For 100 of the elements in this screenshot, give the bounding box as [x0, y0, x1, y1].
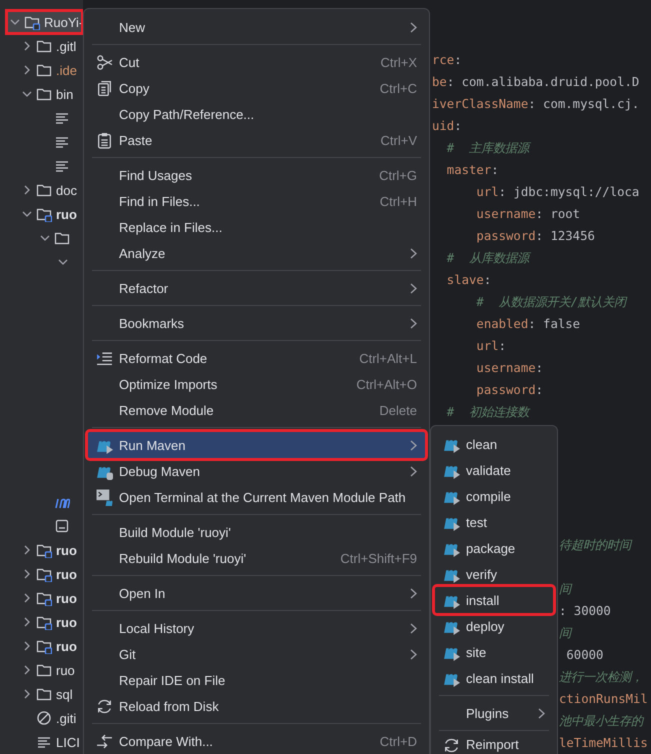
menu-item[interactable]: verify [435, 561, 553, 587]
tree-item[interactable]: ruo [0, 202, 83, 226]
chevron-right-icon[interactable] [22, 665, 32, 675]
folder-icon [36, 38, 52, 54]
menu-item[interactable]: New [88, 14, 425, 40]
menu-item[interactable]: Compare With... Ctrl+D [88, 728, 425, 754]
chevron-down-icon[interactable] [10, 17, 20, 27]
menu-item[interactable]: Plugins [435, 700, 553, 726]
code-text: # 主库数据源 [446, 141, 530, 155]
tree-item[interactable]: sql [0, 682, 83, 706]
chevron-right-icon[interactable] [22, 617, 32, 627]
folder-icon [36, 686, 52, 702]
tree-item[interactable]: bin [0, 82, 83, 106]
menu-item[interactable]: Optimize Imports Ctrl+Alt+O [88, 371, 425, 397]
code-text: 间 [559, 626, 571, 640]
menu-item[interactable]: deploy [435, 613, 553, 639]
menu-item[interactable]: Paste Ctrl+V [88, 127, 425, 153]
chevron-right-icon[interactable] [22, 65, 32, 75]
menu-item[interactable]: Rebuild Module 'ruoyi' Ctrl+Shift+F9 [88, 545, 425, 571]
chevron-right-icon [410, 248, 417, 258]
chevron-right-icon [538, 708, 545, 718]
tree-item[interactable]: ruo [0, 634, 83, 658]
chevron-down-icon[interactable] [22, 89, 32, 99]
code-text: # 初始连接数 [446, 405, 530, 419]
menu-item[interactable]: Copy Ctrl+C [88, 75, 425, 101]
menu-item[interactable]: Local History [88, 615, 425, 641]
chevron-right-icon[interactable] [22, 41, 32, 51]
menu-item[interactable]: Replace in Files... [88, 214, 425, 240]
code-text: # 从库数据源 [446, 251, 530, 265]
module-folder-icon [36, 614, 52, 630]
copy-icon [96, 80, 113, 96]
menu-item[interactable]: Cut Ctrl+X [88, 49, 425, 75]
ignored-file-icon [36, 710, 52, 726]
chevron-right-icon[interactable] [22, 641, 32, 651]
menu-item[interactable]: Find Usages Ctrl+G [88, 162, 425, 188]
menu-item[interactable]: validate [435, 457, 553, 483]
menu-item[interactable]: package [435, 535, 553, 561]
tree-item[interactable]: LICI [0, 730, 83, 754]
menu-item[interactable]: Open Terminal at the Current Maven Module Path [88, 484, 425, 510]
chevron-right-icon [410, 588, 417, 598]
chevron-down-icon[interactable] [58, 257, 68, 267]
menu-item[interactable]: Debug Maven [88, 458, 425, 484]
code-text: : [536, 383, 544, 397]
tree-item[interactable]: ruo [0, 586, 83, 610]
chevron-right-icon[interactable] [22, 569, 32, 579]
tree-label: ruo [56, 590, 77, 606]
tree-item[interactable]: .gitl [0, 34, 83, 58]
menu-item[interactable]: install [435, 587, 553, 613]
folder-icon [36, 182, 52, 198]
menu-item[interactable]: Open In [88, 580, 425, 606]
tree-item[interactable]: ruo [0, 610, 83, 634]
chevron-right-icon[interactable] [22, 593, 32, 603]
chevron-right-icon [410, 318, 417, 328]
menu-item[interactable]: clean [435, 431, 553, 457]
tree-item[interactable]: ruo [0, 562, 83, 586]
chevron-down-icon[interactable] [22, 209, 32, 219]
menu-item[interactable]: Git [88, 641, 425, 667]
chevron-down-icon[interactable] [40, 233, 50, 243]
tree-item[interactable]: .giti [0, 706, 83, 730]
tree-label: LICI [56, 734, 80, 750]
chevron-right-icon[interactable] [22, 545, 32, 555]
chevron-right-icon [410, 440, 417, 450]
menu-item[interactable]: clean install [435, 665, 553, 691]
menu-item[interactable]: Remove Module Delete [88, 397, 425, 423]
menu-item[interactable]: Analyze [88, 240, 425, 266]
folder-icon [36, 662, 52, 678]
menu-item[interactable]: Bookmarks [88, 310, 425, 336]
code-text: password [475, 229, 536, 243]
menu-item[interactable]: Repair IDE on File [88, 667, 425, 693]
menu-item[interactable]: Run Maven [88, 432, 425, 458]
menu-item[interactable]: Reimport [435, 735, 553, 754]
tree-item[interactable]: ruo [0, 538, 83, 562]
code-text: : com.alibaba.druid.pool.D [446, 75, 640, 89]
menu-item[interactable]: Find in Files... Ctrl+H [88, 188, 425, 214]
scissors-icon [96, 54, 113, 70]
chevron-right-icon[interactable] [22, 185, 32, 195]
tree-item[interactable]: .ide [0, 58, 83, 82]
menu-item[interactable]: test [435, 509, 553, 535]
menu-item[interactable]: Copy Path/Reference... [88, 101, 425, 127]
module-folder-icon [24, 14, 40, 30]
menu-item[interactable]: Build Module 'ruoyi' [88, 519, 425, 545]
reload-icon [443, 737, 460, 754]
chevron-right-icon [410, 282, 417, 294]
chevron-right-icon[interactable] [22, 689, 32, 699]
menu-item[interactable]: compile [435, 483, 553, 509]
chevron-right-icon [410, 622, 417, 634]
folder-icon [36, 86, 52, 102]
menu-item[interactable]: site [435, 639, 553, 665]
menu-item[interactable]: Refactor [88, 275, 425, 301]
menu-item[interactable]: Reformat Code Ctrl+Alt+L [88, 345, 425, 371]
tree-label: ruo [56, 542, 77, 558]
reformat-icon [96, 350, 113, 366]
code-text: url [475, 185, 499, 199]
menu-item[interactable]: Reload from Disk [88, 693, 425, 719]
code-text: : [498, 339, 506, 353]
tree-item[interactable]: ruo [0, 658, 83, 682]
tree-item[interactable]: RuoYi- [6, 10, 83, 34]
tree-label: ruo [56, 614, 77, 630]
tree-item[interactable]: doc [0, 178, 83, 202]
code-text: 池中最小生存的 [559, 714, 643, 728]
